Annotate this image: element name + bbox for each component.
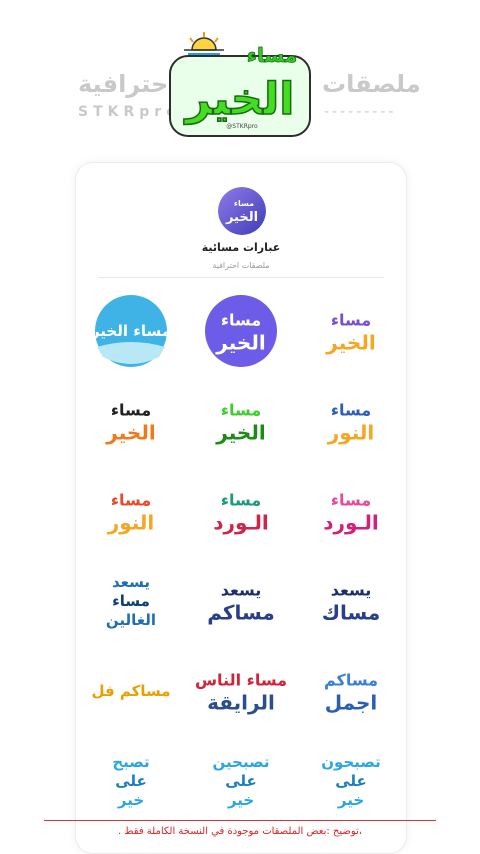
svg-text:الخير: الخير (225, 210, 258, 225)
pack-icon[interactable]: مساء الخير (218, 187, 266, 235)
sticker-text-line: النور (107, 511, 155, 535)
sticker-masaa-alkhair-green[interactable]: مساء الخير (189, 381, 293, 461)
sticker-masaa-alward-rose[interactable]: مساء الـورد (189, 471, 293, 551)
sticker-text-line: مساء (221, 401, 261, 420)
sticker-text-line: مساء الخير (90, 322, 171, 340)
sticker-text-line: مساكم (207, 601, 275, 625)
sticker-text-line: مساء (111, 491, 151, 510)
pack-subtitle: ملصقات احترافية (212, 261, 270, 270)
sticker-text-line: مساء (221, 311, 261, 330)
sticker-text-line: تصبحين (213, 753, 270, 771)
sticker-masaa-alkhair-purple[interactable]: مساء الخير (299, 291, 403, 371)
sticker-masaa-alkhair-sea-circle[interactable]: مساء الخير (79, 291, 183, 371)
footer-note: ،توضيح :بعض الملصقات موجودة في النسخة ال… (117, 826, 363, 837)
sticker-text-line: خير (117, 791, 144, 809)
divider (98, 277, 384, 278)
sticker-text-line: على (335, 772, 367, 790)
sticker-text-line: مساء (331, 401, 371, 420)
sticker-text-line: مساء (331, 311, 371, 330)
sticker-text-line: اجمل (325, 691, 378, 715)
sticker-text-line: الـورد (323, 511, 379, 535)
sticker-tusbihun-ala-khair-1[interactable]: تصبحون على خير (299, 741, 403, 821)
sticker-masaa-alward-pink[interactable]: مساء الـورد (299, 471, 403, 551)
sticker-text-line: تصبحون (321, 753, 381, 771)
sticker-masaa-alnoor-orange[interactable]: مساء النور (79, 471, 183, 551)
sticker-tusbih-ala-khair[interactable]: تصبح على خير (79, 741, 183, 821)
sun-icon (184, 32, 224, 55)
sticker-text-line: مساكم فل (91, 682, 170, 700)
sticker-text-line: مساء الناس (195, 671, 287, 690)
sticker-tusbihin-ala-khair[interactable]: تصبحين على خير (189, 741, 293, 821)
sticker-text-line: الخير (105, 421, 155, 445)
sticker-text-line: الخير (215, 421, 265, 445)
sticker-text-line: مساء (112, 592, 150, 610)
sticker-yisid-masaa-alghalin[interactable]: يسعد مساء الغالين (79, 561, 183, 641)
sticker-text-line: الخير (325, 331, 375, 355)
sticker-text-line: الرايقة (207, 691, 275, 715)
sticker-text-line: مساء (221, 491, 261, 510)
sticker-text-line: على (225, 772, 257, 790)
sticker-text-line: خير (227, 791, 254, 809)
sticker-text-line: مساء (111, 401, 151, 420)
sticker-masakum-fal-colorful[interactable]: مساكم فل (79, 651, 183, 731)
logo-handle: @STKRpro (226, 123, 258, 130)
sticker-text-line: مساك (322, 601, 381, 625)
logo-main-text: الخير (184, 74, 295, 125)
sticker-text-line: يسعد (221, 581, 262, 600)
sticker-text-line: الخير (215, 331, 265, 355)
sticker-yisid-masak-navy[interactable]: يسعد مساك (299, 561, 403, 641)
watermark-dashes: --------- (324, 104, 397, 120)
sticker-text-line: مساء (331, 491, 371, 510)
sticker-text-line: يسعد (112, 573, 150, 591)
logo-sticker: مساء الخير @STKRpro (169, 32, 311, 137)
watermark-arabic-right: ملصقات (322, 70, 421, 98)
svg-text:مساء: مساء (234, 199, 254, 208)
pack-title: عبارات مسائية (201, 241, 281, 254)
sticker-text-line: مساكم (324, 671, 378, 690)
sticker-pack-card: مساء الخير عبارات مسائية ملصقات احترافية… (75, 162, 407, 854)
sticker-masaa-alnoor-blue[interactable]: مساء النور (299, 381, 403, 461)
sticker-masaa-alnas-alraiqa[interactable]: مساء الناس الرايقة (189, 651, 293, 731)
sticker-masaa-alkhair-orange[interactable]: مساء الخير (79, 381, 183, 461)
sticker-yisid-masakum-navy[interactable]: يسعد مساكم (189, 561, 293, 641)
sticker-masaa-alkhair-purple-circle[interactable]: مساء الخير (189, 291, 293, 371)
footer-divider (44, 820, 436, 821)
sticker-text-line: خير (337, 791, 364, 809)
sticker-text-line: النور (327, 421, 375, 445)
sticker-masakum-ajmal-outline[interactable]: مساكم اجمل (299, 651, 403, 731)
sticker-text-line: تصبح (112, 753, 149, 771)
sticker-text-line: على (115, 772, 147, 790)
sticker-text-line: الـورد (213, 511, 269, 535)
watermark-arabic-left: احترافية (78, 70, 177, 98)
header-banner: احترافية STKRpro ملصقات --------- مساء ا… (0, 0, 480, 150)
sticker-text-line: الغالين (106, 611, 156, 629)
logo-top-text: مساء (247, 43, 297, 67)
sticker-text-line: يسعد (331, 581, 372, 600)
